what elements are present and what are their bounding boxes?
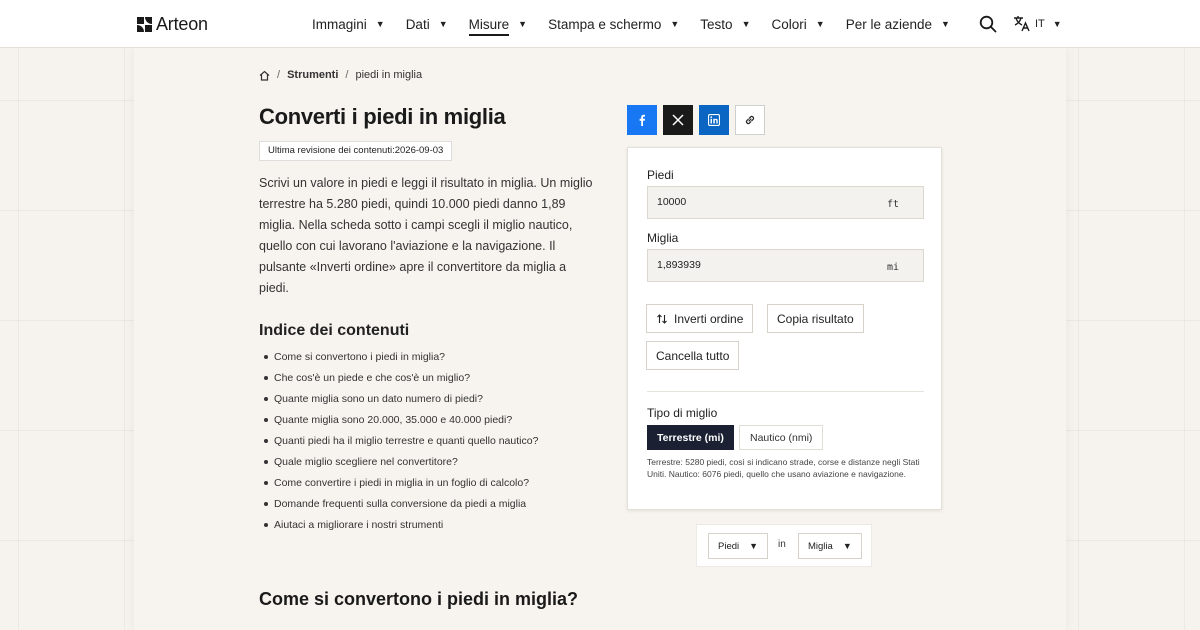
caret-down-icon: ▼ <box>941 19 950 29</box>
breadcrumb-separator: / <box>277 69 281 81</box>
site-header: Arteon Immagini ▼ Dati ▼ Misure ▼ Stampa… <box>0 0 1200 48</box>
nav-label: Misure <box>468 17 510 36</box>
table-of-contents: Come si convertono i piedi in miglia? Ch… <box>263 349 538 538</box>
language-code: IT <box>1035 17 1045 30</box>
link-icon <box>745 115 755 125</box>
miles-label: Miglia <box>647 231 679 245</box>
toc-item[interactable]: Come convertire i piedi in miglia in un … <box>263 475 538 496</box>
nav-item-aziende[interactable]: Per le aziende ▼ <box>846 0 950 48</box>
from-unit-select[interactable]: Piedi ▼ <box>708 533 769 559</box>
to-unit-value: Miglia <box>808 540 833 552</box>
nav-item-dati[interactable]: Dati ▼ <box>406 0 448 48</box>
feet-label: Piedi <box>647 168 674 182</box>
breadcrumb-separator: / <box>345 69 349 81</box>
toc-item[interactable]: Quante miglia sono un dato numero di pie… <box>263 391 538 412</box>
nav-label: Per le aziende <box>845 16 932 32</box>
main-nav: Immagini ▼ Dati ▼ Misure ▼ Stampa e sche… <box>312 0 971 48</box>
toc-item[interactable]: Quale miglio scegliere nel convertitore? <box>263 454 538 475</box>
nav-item-misure[interactable]: Misure ▼ <box>468 0 528 48</box>
linkedin-icon <box>708 114 720 126</box>
x-icon <box>672 114 684 126</box>
section-heading: Come si convertono i piedi in miglia? <box>259 589 579 609</box>
caret-down-icon: ▼ <box>842 541 852 551</box>
miles-field[interactable]: mi <box>647 249 924 282</box>
toc-title: Indice dei contenuti <box>259 322 410 339</box>
toc-item[interactable]: Domande frequenti sulla conversione da p… <box>263 496 538 517</box>
swap-icon <box>657 313 667 324</box>
miles-input[interactable] <box>657 259 857 271</box>
toc-item[interactable]: Quante miglia sono 20.000, 35.000 e 40.0… <box>263 412 538 433</box>
nav-label: Immagini <box>312 16 367 32</box>
from-unit-value: Piedi <box>718 540 740 552</box>
caret-down-icon: ▼ <box>670 19 680 29</box>
feet-unit: ft <box>886 199 899 210</box>
page-title: Converti i piedi in miglia <box>259 104 506 129</box>
feet-input[interactable] <box>657 196 857 208</box>
home-icon[interactable] <box>259 70 270 81</box>
caret-down-icon: ▼ <box>741 19 751 29</box>
miles-unit: mi <box>886 262 899 273</box>
revision-badge: Ultima revisione dei contenuti:2026-09-0… <box>259 141 453 161</box>
share-x-button[interactable] <box>663 105 693 135</box>
search-icon[interactable] <box>979 15 997 33</box>
toc-item[interactable]: Come si convertono i piedi in miglia? <box>263 349 538 370</box>
facebook-icon <box>639 114 645 126</box>
nav-item-testo[interactable]: Testo ▼ <box>700 0 750 48</box>
caret-down-icon: ▼ <box>375 19 385 29</box>
copy-result-button[interactable]: Copia risultato <box>767 304 864 333</box>
share-linkedin-button[interactable] <box>699 105 729 135</box>
caret-down-icon: ▼ <box>518 19 528 29</box>
breadcrumb-section[interactable]: Strumenti <box>287 69 338 81</box>
nav-label: Testo <box>700 16 733 32</box>
logo-mark-icon <box>137 17 152 32</box>
swap-order-label: Inverti ordine <box>674 311 744 326</box>
share-bar <box>627 105 765 135</box>
nav-item-stampa[interactable]: Stampa e schermo ▼ <box>548 0 679 48</box>
divider <box>647 391 924 392</box>
nav-label: Stampa e schermo <box>548 16 662 32</box>
brand-name: Arteon <box>156 14 208 34</box>
nav-item-colori[interactable]: Colori ▼ <box>772 0 825 48</box>
nav-label: Dati <box>405 16 430 32</box>
caret-down-icon: ▼ <box>438 19 448 29</box>
toc-item[interactable]: Che cos'è un piede e che cos'è un miglio… <box>263 370 538 391</box>
mile-type-label: Tipo di miglio <box>647 406 718 420</box>
mile-type-note: Terrestre: 5280 piedi, così si indicano … <box>647 457 920 479</box>
copy-link-button[interactable] <box>735 105 765 135</box>
caret-down-icon: ▼ <box>749 541 759 551</box>
nav-label: Colori <box>771 16 807 32</box>
caret-down-icon: ▼ <box>1052 18 1062 29</box>
translate-icon <box>1014 16 1030 32</box>
language-selector[interactable]: IT ▼ <box>1013 15 1062 32</box>
converter-card: Piedi ft Miglia mi Inverti ordine Copia … <box>627 147 942 510</box>
caret-down-icon: ▼ <box>815 19 825 29</box>
nav-item-immagini[interactable]: Immagini ▼ <box>312 0 385 48</box>
intro-paragraph: Scrivi un valore in piedi e leggi il ris… <box>259 176 593 295</box>
mile-type-statute-option[interactable]: Terrestre (mi) <box>647 425 734 450</box>
switcher-connector: in <box>778 539 786 550</box>
to-unit-select[interactable]: Miglia ▼ <box>798 533 862 559</box>
toc-item[interactable]: Aiutaci a migliorare i nostri strumenti <box>263 517 538 538</box>
breadcrumb: / Strumenti / piedi in miglia <box>259 69 422 81</box>
toc-item[interactable]: Quanti piedi ha il miglio terrestre e qu… <box>263 433 538 454</box>
logo[interactable]: Arteon <box>137 14 208 35</box>
swap-order-button[interactable]: Inverti ordine <box>646 304 754 333</box>
clear-all-button[interactable]: Cancella tutto <box>646 341 740 370</box>
feet-field[interactable]: ft <box>647 186 924 219</box>
unit-switcher: Piedi ▼ in Miglia ▼ <box>696 524 872 567</box>
breadcrumb-current: piedi in miglia <box>355 69 423 81</box>
share-facebook-button[interactable] <box>627 105 657 135</box>
mile-type-nautical-option[interactable]: Nautico (nmi) <box>739 425 824 450</box>
